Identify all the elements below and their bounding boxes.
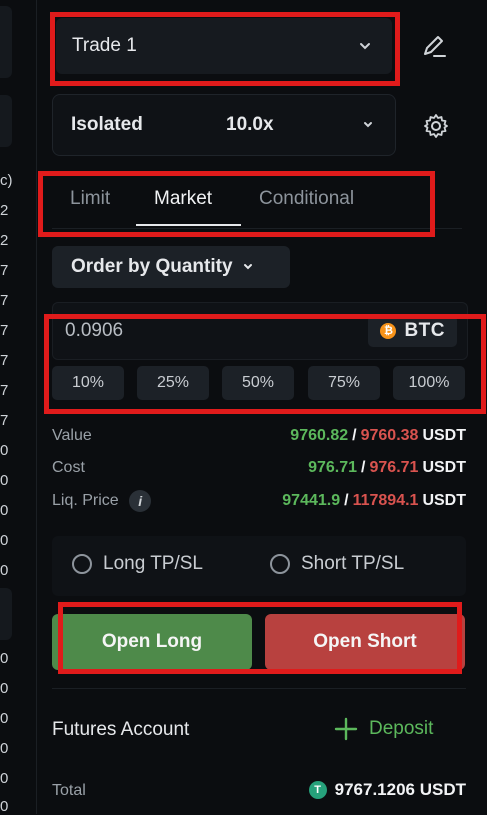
chevron-down-icon bbox=[243, 264, 252, 270]
order-type-selector[interactable]: Order by Quantity bbox=[52, 246, 290, 288]
percent-button-50[interactable]: 50% bbox=[222, 366, 294, 400]
long-tpsl-radio[interactable] bbox=[72, 554, 92, 574]
deposit-label: Deposit bbox=[369, 718, 434, 739]
left-strip-value: 7 bbox=[0, 352, 9, 369]
long-tpsl-label[interactable]: Long TP/SL bbox=[103, 553, 203, 575]
liq-price-label: Liq. Price bbox=[52, 492, 119, 510]
tab-market[interactable]: Market bbox=[154, 188, 212, 210]
cost-unit: USDT bbox=[422, 459, 466, 476]
quantity-value: 0.0906 bbox=[65, 320, 124, 341]
tpsl-options: Long TP/SL Short TP/SL bbox=[52, 536, 466, 596]
left-strip-value: 0 bbox=[0, 442, 9, 459]
info-icon[interactable]: i bbox=[129, 490, 152, 512]
left-panel-block bbox=[0, 588, 12, 640]
value-short: 9760.38 bbox=[360, 427, 419, 444]
cost-short: 976.71 bbox=[369, 459, 419, 476]
percent-button-10[interactable]: 10% bbox=[52, 366, 124, 400]
chevron-down-icon bbox=[364, 122, 372, 128]
value-separator: / bbox=[352, 427, 357, 444]
percent-button-100[interactable]: 100% bbox=[393, 366, 465, 400]
left-strip-value: 7 bbox=[0, 412, 9, 429]
left-strip-value: 0 bbox=[0, 562, 9, 579]
percent-button-75[interactable]: 75% bbox=[308, 366, 380, 400]
liq-price-label-wrap: Liq. Price i bbox=[52, 490, 152, 512]
margin-mode-label: Isolated bbox=[71, 114, 143, 135]
value-long: 9760.82 bbox=[290, 427, 349, 444]
short-tpsl-radio[interactable] bbox=[270, 554, 290, 574]
total-label: Total bbox=[52, 782, 86, 799]
left-strip-value: 0 bbox=[0, 532, 9, 549]
left-strip-value: 7 bbox=[0, 382, 9, 399]
liq-price-values: 97441.9 / 117894.1 USDT bbox=[282, 492, 466, 510]
edit-pencil-icon[interactable] bbox=[420, 32, 448, 60]
left-strip-value: 0 bbox=[0, 740, 9, 757]
short-tpsl-label[interactable]: Short TP/SL bbox=[301, 553, 404, 575]
left-strip-value: 2 bbox=[0, 202, 9, 219]
liq-price-row: Liq. Price i 97441.9 / 117894.1 USDT bbox=[52, 490, 466, 514]
left-strip-value: 0 bbox=[0, 798, 9, 815]
cost-values: 976.71 / 976.71 USDT bbox=[308, 459, 466, 477]
section-divider bbox=[52, 688, 466, 689]
left-panel-block bbox=[0, 95, 12, 147]
left-strip-value: 0 bbox=[0, 770, 9, 787]
cost-long: 976.71 bbox=[308, 459, 358, 476]
liq-price-unit: USDT bbox=[422, 492, 466, 509]
order-panel: Trade 1 Isolated 10.0x Limit Market Cond… bbox=[36, 0, 487, 814]
coin-selector[interactable]: ₿ BTC bbox=[368, 315, 457, 347]
order-tabs: Limit Market Conditional bbox=[52, 170, 462, 229]
total-amount: 9767.1206 USDT bbox=[334, 780, 466, 799]
open-short-button[interactable]: Open Short bbox=[265, 614, 465, 670]
left-strip-value: 2 bbox=[0, 232, 9, 249]
plus-icon bbox=[334, 717, 358, 741]
value-row: Value 9760.82 / 9760.38 USDT bbox=[52, 427, 466, 451]
trade-selector-label: Trade 1 bbox=[72, 35, 137, 56]
left-panel-strip: c) 2 2 7 7 7 7 7 7 0 0 0 0 0 0 0 0 0 0 0 bbox=[0, 0, 37, 815]
open-long-button[interactable]: Open Long bbox=[52, 614, 252, 670]
value-unit: USDT bbox=[422, 427, 466, 444]
trade-selector[interactable]: Trade 1 bbox=[56, 18, 392, 74]
tab-limit[interactable]: Limit bbox=[70, 188, 110, 210]
left-strip-value: 0 bbox=[0, 650, 9, 667]
liq-price-separator: / bbox=[344, 492, 349, 509]
active-tab-underline bbox=[136, 224, 241, 226]
left-strip-value: 7 bbox=[0, 322, 9, 339]
left-strip-value: c) bbox=[0, 172, 13, 189]
coin-symbol: BTC bbox=[404, 320, 445, 341]
left-strip-value: 0 bbox=[0, 502, 9, 519]
deposit-button[interactable]: Deposit bbox=[333, 716, 433, 742]
left-strip-value: 0 bbox=[0, 472, 9, 489]
bitcoin-icon: ₿ bbox=[380, 323, 397, 339]
tab-conditional[interactable]: Conditional bbox=[259, 188, 354, 210]
left-strip-value: 0 bbox=[0, 710, 9, 727]
chevron-down-icon bbox=[360, 43, 370, 50]
leverage-value: 10.0x bbox=[226, 114, 274, 135]
left-strip-value: 0 bbox=[0, 680, 9, 697]
left-panel-block bbox=[0, 6, 12, 78]
total-value: T 9767.1206 USDT bbox=[308, 780, 466, 800]
liq-price-short: 117894.1 bbox=[352, 492, 419, 509]
liq-price-long: 97441.9 bbox=[282, 492, 341, 509]
margin-leverage-selector[interactable]: Isolated 10.0x bbox=[52, 94, 396, 156]
quantity-input[interactable]: 0.0906 ₿ BTC bbox=[52, 302, 468, 360]
percent-button-25[interactable]: 25% bbox=[137, 366, 209, 400]
left-strip-value: 7 bbox=[0, 262, 9, 279]
usdt-icon: T bbox=[308, 781, 327, 799]
value-values: 9760.82 / 9760.38 USDT bbox=[290, 427, 466, 445]
value-label: Value bbox=[52, 427, 92, 444]
cost-separator: / bbox=[361, 459, 366, 476]
futures-account-title: Futures Account bbox=[52, 719, 190, 740]
cost-row: Cost 976.71 / 976.71 USDT bbox=[52, 459, 466, 483]
gear-icon[interactable] bbox=[422, 112, 450, 140]
cost-label: Cost bbox=[52, 459, 85, 476]
order-type-label: Order by Quantity bbox=[71, 256, 233, 277]
left-strip-value: 7 bbox=[0, 292, 9, 309]
